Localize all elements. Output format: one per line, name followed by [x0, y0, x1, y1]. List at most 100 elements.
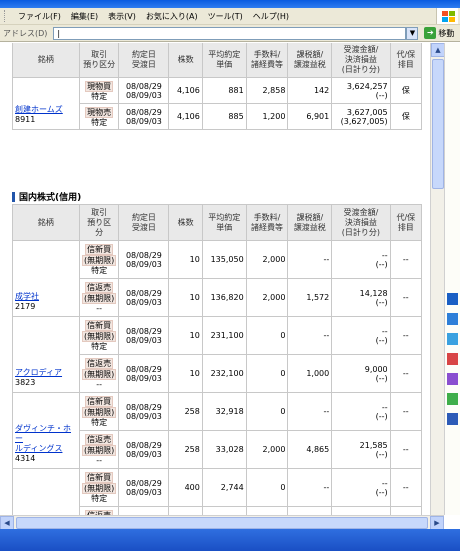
- date-cell: 08/08/2908/09/03: [118, 77, 170, 104]
- menu-favorites[interactable]: お気に入り(A): [141, 11, 203, 22]
- stock-code: 2179: [15, 302, 36, 311]
- account-type-label: (無期限): [81, 331, 117, 342]
- toolbar-grip[interactable]: [4, 10, 7, 22]
- amount-cell: 9,000 (--): [331, 354, 391, 393]
- amount-cell: 3,627,005 (3,627,005): [331, 103, 391, 130]
- price-cell: 881: [201, 77, 247, 104]
- table-row: 成学社 2179 信新買 (無期限) 特定 08/08/29 08/09/03 10 135,0…: [12, 240, 423, 317]
- go-button[interactable]: ➔ 移動: [424, 27, 454, 39]
- account-type-label: (無期限): [81, 293, 117, 304]
- price-cell: 33,028: [201, 430, 247, 469]
- trade-type-cell: 信返売(無期限)--: [78, 354, 120, 393]
- amount-cell: -- (--): [331, 468, 391, 507]
- table-row: 創建ホームズ 8911 現物買 特定 08/08/29 08/09/03 4,106 881 2…: [12, 77, 423, 130]
- side-tab-blue2[interactable]: [447, 313, 458, 325]
- cash-stock-table: 銘柄 取引 預り区分 約定日 受渡日 株数 平均約定 単価 手数料/諸経費等 課税額/譲渡益税 受渡…: [12, 43, 423, 130]
- side-tab-red[interactable]: [447, 353, 458, 365]
- menu-file[interactable]: ファイル(F): [13, 11, 66, 22]
- trade-type-badge: 信新買: [85, 244, 114, 255]
- trade-type-badge: 現物売: [85, 106, 114, 118]
- stock-code: 3823: [15, 378, 36, 387]
- menu-view[interactable]: 表示(V): [103, 11, 141, 22]
- shares-cell: 10: [168, 354, 203, 393]
- menu-edit[interactable]: 編集(E): [66, 11, 103, 22]
- horizontal-scrollbar[interactable]: ◀ ▶: [0, 515, 444, 530]
- trade-type-cell: 信返売(無期限)--: [78, 278, 120, 317]
- stock-name-link[interactable]: 成学社: [15, 292, 77, 302]
- tax-cell: 142: [287, 77, 333, 104]
- price-cell: 885: [201, 103, 247, 130]
- shares-cell: 400: [168, 468, 203, 507]
- tax-cell: --: [287, 468, 333, 507]
- stock-name-cell: 創建ホームズ 8911: [12, 77, 80, 130]
- side-tab-green[interactable]: [447, 393, 458, 405]
- address-dropdown-icon[interactable]: ▼: [406, 26, 419, 40]
- stock-name-link[interactable]: 創建ホームズ: [15, 105, 77, 115]
- fee-cell: 0: [245, 316, 289, 355]
- menu-tools[interactable]: ツール(T): [203, 11, 248, 22]
- stock-code: 4314: [15, 454, 36, 463]
- account-type-label: 特定: [91, 266, 108, 275]
- price-cell: 2,744: [201, 468, 247, 507]
- shares-cell: 10: [168, 278, 203, 317]
- scroll-up-icon[interactable]: ▲: [431, 43, 445, 57]
- stock-name-cell: ダヴィンチ・ホー ルディングス 4314: [12, 392, 80, 469]
- stock-name-cell: サンシティ8910: [12, 468, 80, 515]
- account-type-label: (無期限): [81, 407, 117, 418]
- windows-logo-icon: [436, 8, 458, 24]
- tax-cell: 6,901: [287, 103, 333, 130]
- stock-name-link[interactable]: アクロディア: [15, 368, 77, 378]
- stock-name-link[interactable]: ダヴィンチ・ホー ルディングス: [15, 424, 77, 454]
- column-header: 平均約定 単価: [201, 43, 247, 78]
- taskbar: [0, 529, 460, 551]
- account-type-label: --: [96, 380, 102, 389]
- shares-cell: 10: [168, 316, 203, 355]
- side-tab-blue3[interactable]: [447, 333, 458, 345]
- scroll-left-icon[interactable]: ◀: [0, 516, 14, 530]
- account-type-label: --: [96, 456, 102, 465]
- column-header: 取引 預り区分: [78, 204, 120, 241]
- window-titlebar: [0, 0, 460, 8]
- account-type-label: (無期限): [81, 255, 117, 266]
- side-tab-purple[interactable]: [447, 373, 458, 385]
- page-content: 銘柄 取引 預り区分 約定日 受渡日 株数 平均約定 単価 手数料/諸経費等 課税額/譲渡益税 受渡…: [0, 43, 430, 515]
- price-cell: 232,100: [201, 354, 247, 393]
- tax-cell: --: [287, 240, 333, 279]
- date-cell: 08/08/2908/09/03: [118, 506, 170, 515]
- account-type-label: 特定: [91, 494, 108, 503]
- account-type-label: (無期限): [81, 445, 117, 456]
- date-cell: 08/08/2908/09/03: [118, 278, 170, 317]
- menu-help[interactable]: ヘルプ(H): [248, 11, 294, 22]
- vertical-scrollbar[interactable]: ▲: [430, 43, 445, 515]
- fee-cell: 2,000: [245, 430, 289, 469]
- column-header: 代/保 排目: [389, 43, 423, 78]
- account-type-label: 特定: [91, 91, 108, 101]
- column-header: 受渡金額/決済損益 (日計り分): [331, 43, 391, 78]
- column-header: 課税額/譲渡益税: [287, 204, 333, 241]
- section-heading: 国内株式(信用): [12, 190, 81, 203]
- flag-cell: --: [389, 392, 423, 431]
- trade-type-cell: 信返売(無期限)--: [78, 430, 120, 469]
- stock-code: 8911: [15, 115, 36, 124]
- address-input[interactable]: |: [53, 26, 407, 40]
- fee-cell: 2,858: [245, 77, 289, 104]
- trade-type-cell: 信新買 (無期限) 特定: [78, 240, 120, 279]
- trade-type-cell: 信新買 (無期限) 特定: [78, 316, 120, 355]
- flag-cell: --: [389, 430, 423, 469]
- h-scroll-thumb[interactable]: [16, 517, 428, 529]
- flag-cell: --: [389, 506, 423, 515]
- amount-cell: 3,624,257 (--): [331, 77, 391, 104]
- side-tab-navy[interactable]: [447, 413, 458, 425]
- trade-type-badge: 信返売: [85, 434, 114, 445]
- scroll-right-icon[interactable]: ▶: [430, 516, 444, 530]
- table-header-row: 銘柄取引預り区分約定日受渡日株数平均約定単価手数料/諸経費等課税額/譲渡益税受渡…: [12, 204, 423, 241]
- price-cell: 32,918: [201, 392, 247, 431]
- date-cell: 08/08/2908/09/03: [118, 240, 170, 279]
- go-arrow-icon: ➔: [424, 27, 437, 39]
- section-title: 国内株式(信用): [19, 193, 82, 203]
- side-tab-blue[interactable]: [447, 293, 458, 305]
- account-type-label: --: [96, 304, 102, 313]
- scroll-thumb[interactable]: [432, 59, 444, 189]
- trade-type-badge: 信新買: [85, 396, 114, 407]
- fee-cell: 1,200: [245, 103, 289, 130]
